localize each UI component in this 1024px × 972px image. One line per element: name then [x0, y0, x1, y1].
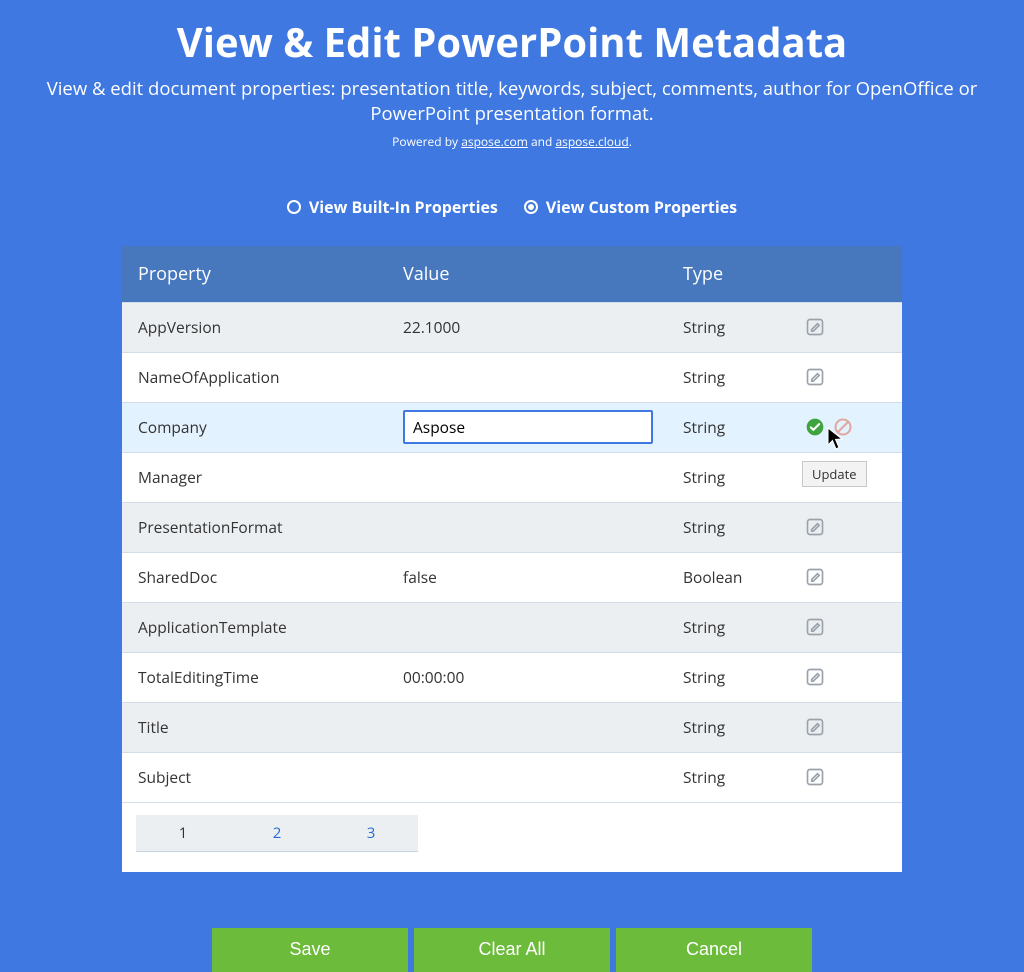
cell-type: String	[683, 516, 803, 538]
footer-buttons: Save Clear All Cancel	[6, 928, 1018, 972]
edit-icon[interactable]	[803, 715, 827, 739]
clear-all-button[interactable]: Clear All	[414, 928, 610, 972]
col-property: Property	[138, 262, 403, 286]
cell-type: String	[683, 416, 803, 438]
cell-type: Boolean	[683, 566, 803, 588]
cell-property: Title	[138, 716, 403, 738]
link-aspose-com[interactable]: aspose.com	[461, 133, 528, 150]
cell-value: 00:00:00	[403, 666, 683, 688]
table-row-editing: Company String Update	[122, 402, 902, 452]
table-row: NameOfApplication String	[122, 352, 902, 402]
page-subtitle: View & edit document properties: present…	[12, 77, 1012, 127]
edit-icon[interactable]	[803, 665, 827, 689]
cell-property: PresentationFormat	[138, 516, 403, 538]
save-button[interactable]: Save	[212, 928, 408, 972]
cell-property: SharedDoc	[138, 566, 403, 588]
cell-property: Subject	[138, 766, 403, 788]
edit-icon[interactable]	[803, 565, 827, 589]
cancel-icon[interactable]	[831, 415, 855, 439]
cell-type: String	[683, 466, 803, 488]
edit-icon[interactable]	[803, 765, 827, 789]
cell-type: String	[683, 616, 803, 638]
cell-type: String	[683, 666, 803, 688]
edit-icon[interactable]	[803, 315, 827, 339]
radio-icon	[287, 200, 301, 214]
edit-icon[interactable]	[803, 515, 827, 539]
table-header: Property Value Type	[122, 246, 902, 302]
page-3[interactable]: 3	[324, 815, 418, 851]
value-input[interactable]	[403, 410, 653, 444]
view-mode-radios: View Built-In Properties View Custom Pro…	[6, 196, 1018, 218]
cell-value: 22.1000	[403, 316, 683, 338]
table-row: Subject String	[122, 752, 902, 802]
radio-builtin[interactable]: View Built-In Properties	[287, 196, 498, 218]
tooltip-update: Update	[802, 461, 867, 487]
col-type: Type	[683, 262, 803, 286]
pager: 1 2 3	[122, 802, 902, 872]
edit-icon[interactable]	[803, 365, 827, 389]
table-row: Title String	[122, 702, 902, 752]
powered-by: Powered by aspose.com and aspose.cloud.	[6, 133, 1018, 150]
table-row: TotalEditingTime 00:00:00 String	[122, 652, 902, 702]
table-row: Manager String	[122, 452, 902, 502]
confirm-icon[interactable]	[803, 415, 827, 439]
col-value: Value	[403, 262, 683, 286]
cell-value: false	[403, 566, 683, 588]
table-row: ApplicationTemplate String	[122, 602, 902, 652]
cell-property: NameOfApplication	[138, 366, 403, 388]
cell-type: String	[683, 316, 803, 338]
page-2[interactable]: 2	[230, 815, 324, 851]
cell-type: String	[683, 366, 803, 388]
cell-property: Manager	[138, 466, 403, 488]
cancel-button[interactable]: Cancel	[616, 928, 812, 972]
cell-type: String	[683, 766, 803, 788]
cell-type: String	[683, 716, 803, 738]
radio-icon	[524, 200, 538, 214]
cell-property: TotalEditingTime	[138, 666, 403, 688]
cell-property: AppVersion	[138, 316, 403, 338]
cell-property: Company	[138, 416, 403, 438]
edit-icon[interactable]	[803, 615, 827, 639]
table-row: AppVersion 22.1000 String	[122, 302, 902, 352]
table-row: PresentationFormat String	[122, 502, 902, 552]
radio-custom[interactable]: View Custom Properties	[524, 196, 737, 218]
table-row: SharedDoc false Boolean	[122, 552, 902, 602]
properties-table: Property Value Type AppVersion 22.1000 S…	[122, 246, 902, 872]
page-title: View & Edit PowerPoint Metadata	[6, 14, 1018, 69]
link-aspose-cloud[interactable]: aspose.cloud	[555, 133, 628, 150]
page-1[interactable]: 1	[136, 815, 230, 851]
cell-property: ApplicationTemplate	[138, 616, 403, 638]
